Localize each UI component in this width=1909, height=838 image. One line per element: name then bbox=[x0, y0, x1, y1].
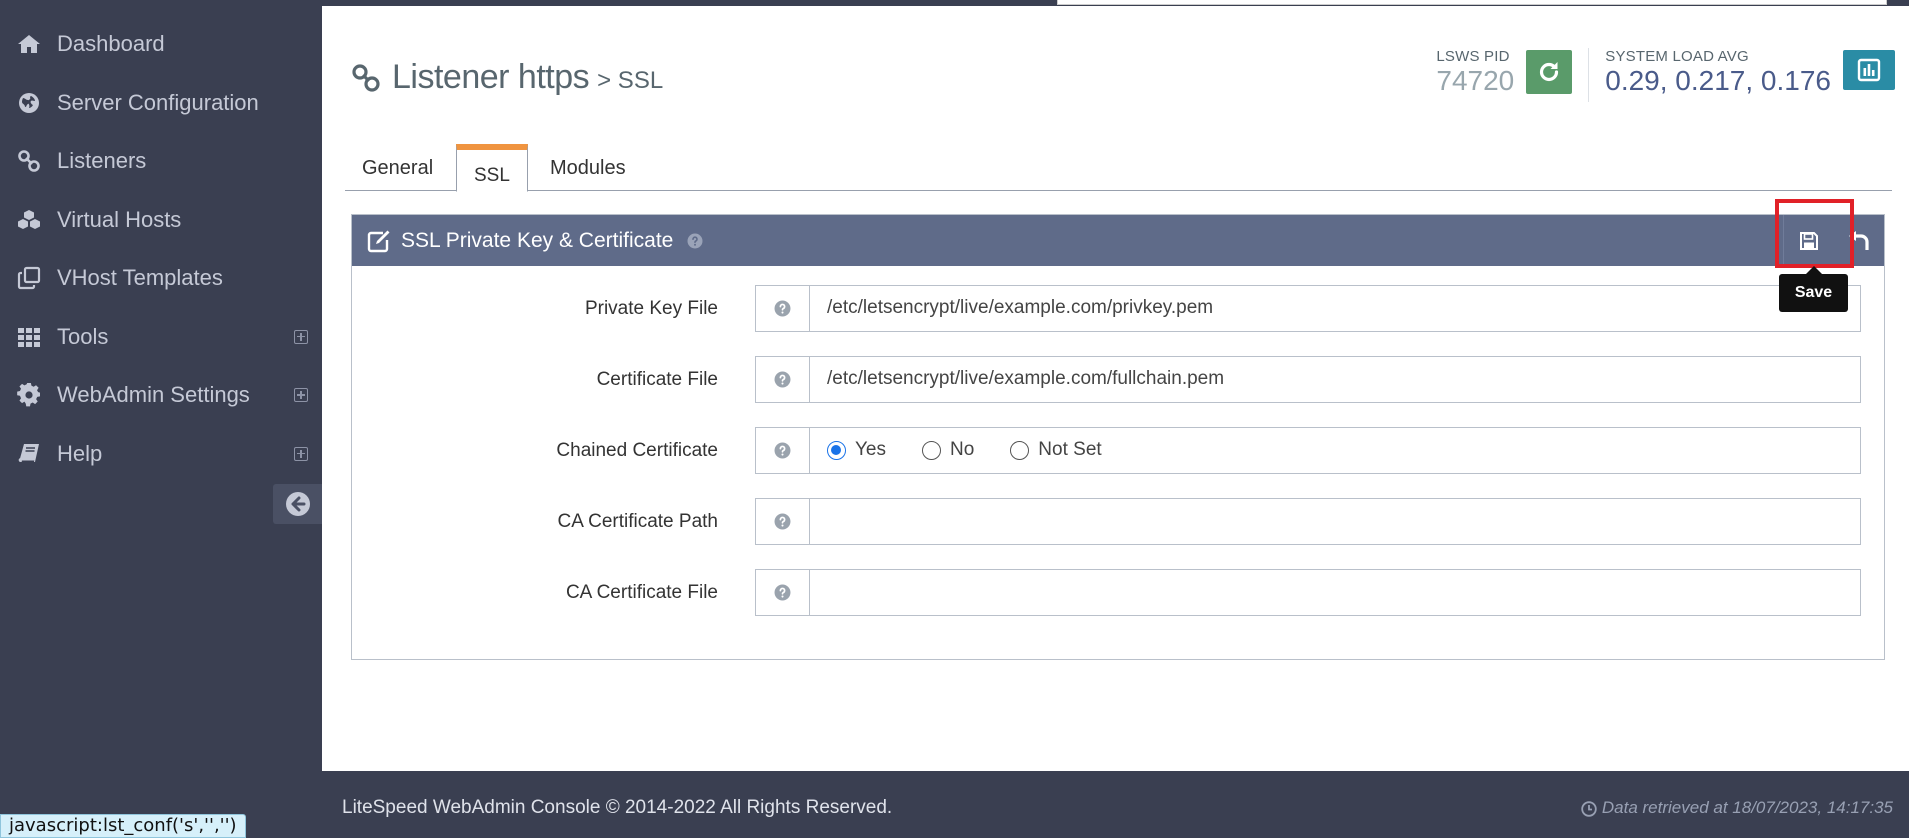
field-label: Certificate File bbox=[596, 369, 718, 390]
footer-copyright: LiteSpeed WebAdmin Console © 2014-2022 A… bbox=[342, 797, 893, 818]
field-label: CA Certificate Path bbox=[557, 511, 718, 532]
clock-icon bbox=[1581, 801, 1597, 817]
edit-icon bbox=[367, 230, 390, 252]
tab-modules[interactable]: Modules bbox=[533, 148, 643, 192]
radio-button[interactable] bbox=[922, 440, 941, 460]
book-icon bbox=[14, 442, 44, 466]
link-icon bbox=[352, 63, 380, 92]
expand-icon[interactable] bbox=[294, 329, 308, 344]
sidebar-item-server-configuration[interactable]: Server Configuration bbox=[0, 74, 322, 133]
footer: LiteSpeed WebAdmin Console © 2014-2022 A… bbox=[322, 771, 1909, 838]
radio-label: No bbox=[950, 439, 975, 460]
sidebar-item-virtual-hosts[interactable]: Virtual Hosts bbox=[0, 191, 322, 250]
tab-ssl[interactable]: SSL bbox=[456, 143, 528, 192]
field-chained-certificate: Chained Certificate Yes No Not Set bbox=[352, 427, 1884, 474]
ca-certificate-path-input[interactable] bbox=[809, 498, 1861, 545]
ssl-panel: SSL Private Key & Certificate Private Ke… bbox=[351, 214, 1885, 660]
private-key-file-input[interactable]: /etc/letsencrypt/live/example.com/privke… bbox=[809, 285, 1861, 332]
save-tooltip: Save bbox=[1779, 266, 1848, 312]
sidebar: Dashboard Server Configuration Listeners… bbox=[0, 0, 322, 838]
page-subtitle: > SSL bbox=[597, 67, 664, 94]
radio-button[interactable] bbox=[1010, 440, 1030, 460]
tab-bar: General SSL Modules bbox=[345, 140, 1892, 192]
arrow-circle-left-icon bbox=[285, 492, 310, 516]
tab-general[interactable]: General bbox=[345, 148, 450, 192]
cubes-icon bbox=[14, 208, 44, 232]
load-value: 0.29, 0.217, 0.176 bbox=[1605, 65, 1831, 96]
page-title-text: Listener https bbox=[392, 58, 590, 96]
sidebar-item-help[interactable]: Help bbox=[0, 425, 322, 484]
status-bar-url: javascript:lst_conf('s','','') bbox=[0, 814, 246, 838]
sidebar-item-tools[interactable]: Tools bbox=[0, 308, 322, 367]
reload-button[interactable] bbox=[1526, 50, 1573, 94]
sidebar-item-label: Help bbox=[57, 440, 103, 466]
sidebar-nav: Dashboard Server Configuration Listeners… bbox=[0, 0, 322, 483]
sidebar-item-label: Virtual Hosts bbox=[57, 206, 182, 232]
sidebar-item-label: Tools bbox=[57, 323, 109, 349]
clone-icon bbox=[14, 266, 44, 290]
radio-label: Yes bbox=[855, 439, 886, 460]
page-title: Listener https > SSL bbox=[350, 58, 663, 97]
help-icon[interactable] bbox=[755, 427, 809, 474]
sidebar-item-label: Dashboard bbox=[57, 31, 165, 57]
sidebar-item-label: Server Configuration bbox=[57, 89, 259, 115]
pid-label: LSWS PID bbox=[1436, 48, 1510, 65]
help-icon[interactable] bbox=[755, 569, 809, 616]
panel-title: SSL Private Key & Certificate bbox=[401, 228, 674, 252]
chained-certificate-radio-group: Yes No Not Set bbox=[809, 427, 1861, 474]
realtime-stats-button[interactable] bbox=[1843, 50, 1895, 90]
load-label: SYSTEM LOAD AVG bbox=[1605, 48, 1749, 65]
footer-retrieved-text: Data retrieved at 18/07/2023, 14:17:35 bbox=[1601, 798, 1893, 817]
expand-icon[interactable] bbox=[294, 446, 308, 461]
globe-icon bbox=[14, 91, 44, 115]
radio-label: Not Set bbox=[1038, 439, 1102, 460]
sidebar-collapse-button[interactable] bbox=[273, 484, 322, 524]
field-ca-certificate-file: CA Certificate File bbox=[352, 569, 1884, 616]
expand-icon[interactable] bbox=[294, 388, 308, 403]
help-icon[interactable] bbox=[755, 356, 809, 403]
top-bar bbox=[322, 0, 1909, 6]
floppy-disk-icon bbox=[1799, 231, 1818, 250]
sidebar-item-dashboard[interactable]: Dashboard bbox=[0, 15, 322, 74]
undo-button[interactable] bbox=[1834, 215, 1884, 266]
pid-value: 74720 bbox=[1436, 65, 1515, 96]
sidebar-item-label: WebAdmin Settings bbox=[57, 382, 250, 408]
radio-button-checked[interactable] bbox=[827, 440, 846, 460]
refresh-icon bbox=[1540, 62, 1559, 82]
bar-chart-icon bbox=[1857, 58, 1881, 82]
home-icon bbox=[14, 32, 44, 56]
field-label: CA Certificate File bbox=[565, 582, 718, 603]
save-button[interactable] bbox=[1783, 215, 1833, 266]
help-icon[interactable] bbox=[755, 285, 809, 332]
field-certificate-file: Certificate File /etc/letsencrypt/live/e… bbox=[352, 356, 1884, 403]
lsws-pid-stat: LSWS PID 74720 bbox=[1436, 48, 1573, 97]
undo-icon bbox=[1849, 230, 1869, 250]
radio-no[interactable]: No bbox=[922, 428, 974, 472]
panel-heading: SSL Private Key & Certificate bbox=[352, 215, 1884, 266]
footer-data-retrieved: Data retrieved at 18/07/2023, 14:17:35 bbox=[1581, 771, 1893, 838]
sidebar-item-label: VHost Templates bbox=[57, 265, 223, 291]
sidebar-item-webadmin-settings[interactable]: WebAdmin Settings bbox=[0, 366, 322, 425]
top-search-stub[interactable] bbox=[1057, 0, 1887, 5]
help-icon[interactable] bbox=[687, 233, 703, 249]
certificate-file-input[interactable]: /etc/letsencrypt/live/example.com/fullch… bbox=[809, 356, 1861, 403]
stats-divider bbox=[1588, 48, 1590, 102]
radio-yes[interactable]: Yes bbox=[827, 428, 886, 472]
grid-icon bbox=[14, 325, 44, 349]
link-icon bbox=[14, 149, 44, 173]
radio-not-set[interactable]: Not Set bbox=[1010, 428, 1102, 472]
sidebar-item-label: Listeners bbox=[57, 148, 147, 174]
field-ca-certificate-path: CA Certificate Path bbox=[352, 498, 1884, 545]
field-label: Chained Certificate bbox=[556, 440, 718, 461]
field-private-key-file: Private Key File /etc/letsencrypt/live/e… bbox=[352, 285, 1884, 332]
server-stats: LSWS PID 74720 SYSTEM LOAD AVG 0.29, 0.2… bbox=[1436, 48, 1895, 102]
ca-certificate-file-input[interactable] bbox=[809, 569, 1861, 616]
gear-icon bbox=[14, 383, 44, 407]
help-icon[interactable] bbox=[755, 498, 809, 545]
field-label: Private Key File bbox=[584, 298, 718, 319]
sidebar-item-listeners[interactable]: Listeners bbox=[0, 132, 322, 191]
system-load-stat: SYSTEM LOAD AVG 0.29, 0.217, 0.176 bbox=[1605, 48, 1895, 97]
sidebar-item-vhost-templates[interactable]: VHost Templates bbox=[0, 249, 322, 308]
